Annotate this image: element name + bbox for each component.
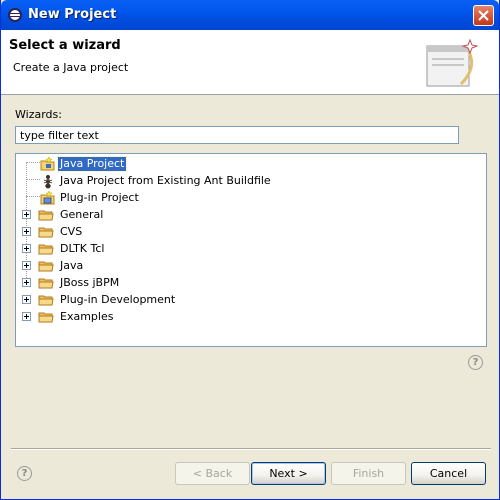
expand-icon[interactable] (22, 312, 31, 321)
wizards-label: Wizards: (15, 108, 62, 121)
folder-icon (38, 210, 54, 221)
title-bar[interactable]: New Project (1, 0, 499, 30)
plugin-project-icon (40, 190, 55, 205)
folder-icon (38, 261, 54, 272)
page-description: Create a Java project (13, 61, 129, 74)
folder-icon (38, 312, 54, 323)
folder-icon (38, 295, 54, 306)
page-title: Select a wizard (9, 38, 121, 53)
expand-icon[interactable] (22, 261, 31, 270)
description-help-icon[interactable]: ? (468, 355, 483, 370)
tree-item-label: Java Project (56, 156, 128, 172)
tree-item-label: Plug-in Project (60, 191, 139, 204)
folder-icon (38, 227, 54, 238)
java-project-icon (40, 156, 55, 171)
tree-item-label: JBoss jBPM (60, 276, 120, 289)
tree-item-label: CVS (60, 225, 83, 238)
filter-input[interactable] (15, 126, 459, 144)
finish-button[interactable]: Finish (331, 462, 406, 485)
new-wizard-banner-icon (426, 38, 479, 87)
expand-icon[interactable] (22, 295, 31, 304)
tree-item-label: General (60, 208, 104, 221)
ant-icon (43, 175, 53, 189)
folder-icon (38, 278, 54, 289)
expand-icon[interactable] (22, 210, 31, 219)
close-button[interactable] (473, 5, 494, 26)
expand-icon[interactable] (22, 244, 31, 253)
button-separator (11, 448, 491, 450)
next-button[interactable]: Next > (251, 462, 326, 485)
tree-item-label: Java (60, 259, 84, 272)
wizard-tree[interactable]: Java Project Java Project from Existing … (15, 153, 487, 347)
wizard-header: Select a wizard Create a Java project (1, 30, 499, 95)
help-icon[interactable]: ? (17, 466, 32, 481)
expand-icon[interactable] (22, 278, 31, 287)
new-project-dialog: New Project Select a wizard Create a Jav… (0, 0, 500, 500)
close-icon (478, 10, 489, 21)
eclipse-app-icon (8, 8, 22, 22)
folder-icon (38, 244, 54, 255)
tree-item-label: DLTK Tcl (60, 242, 105, 255)
tree-item-label: Examples (60, 310, 114, 323)
cancel-button[interactable]: Cancel (411, 462, 486, 485)
window-title: New Project (28, 7, 117, 22)
tree-item-label: Plug-in Development (60, 293, 176, 306)
back-button[interactable]: < Back (175, 462, 250, 485)
tree-item-label: Java Project from Existing Ant Buildfile (60, 174, 271, 187)
expand-icon[interactable] (22, 227, 31, 236)
